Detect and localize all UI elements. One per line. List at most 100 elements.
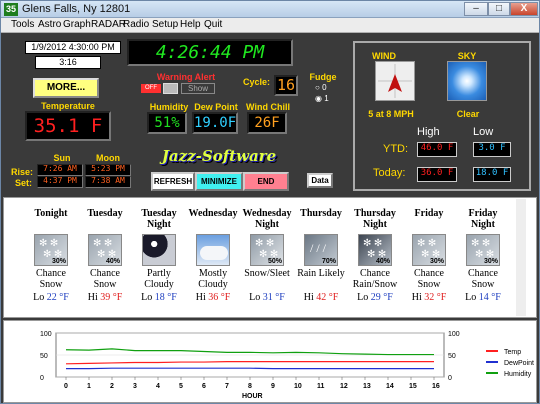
menu-quit[interactable]: Quit: [204, 19, 222, 30]
forecast-panel: Tonight ✻ ✻ ✻ ✻ 30% Chance Snow Lo 22 °F Tuesd…: [3, 197, 537, 318]
y-tick-label-right: 0: [448, 375, 452, 382]
hi-lo-label: Hi: [195, 292, 206, 303]
forecast-temp: Hi 32 °F: [402, 292, 456, 303]
x-tick-label: 12: [340, 383, 348, 390]
menu-graph[interactable]: Graph: [63, 19, 91, 30]
forecast-day: Thursday Night ✻ ✻ ✻ ✻ 40% Chance Rain/Snow L…: [348, 208, 402, 303]
forecast-day-name: Wednesday Night: [242, 208, 292, 230]
date-display: 1/9/2012 4:30:00 PM: [25, 41, 121, 54]
forecast-day: Friday ✻ ✻ ✻ ✻ 30% Chance Snow Hi 32 °F: [402, 208, 456, 303]
hi-lo-label: Lo: [357, 292, 369, 303]
rise-label: Rise:: [11, 167, 34, 177]
refresh-button[interactable]: REFRESH: [151, 172, 195, 191]
history-chart: 100 10050 500 00 1 2 3 4 5 6 7 8 9 10 11 12 13 14 15 16HOUR…: [40, 331, 534, 400]
hi-lo-label: Lo: [465, 292, 477, 303]
forecast-temp-value: 18 °F: [154, 292, 177, 303]
dewpoint-label: Dew Point: [194, 102, 238, 112]
forecast-day-name: Friday Night: [468, 208, 498, 230]
forecast-day: Wednesday Mostly Cloudy Hi 36 °F: [186, 208, 240, 303]
x-tick-label: 4: [156, 383, 160, 390]
rain-icon: / / /70%: [304, 234, 338, 266]
maximize-window-button[interactable]: □: [488, 2, 510, 16]
cycle-value: 16: [274, 75, 298, 96]
moon-label: Moon: [96, 153, 120, 163]
y-tick-label-left: 50: [40, 353, 48, 360]
wind-label: WIND: [372, 51, 396, 61]
x-tick-label: 8: [248, 383, 252, 390]
menu-tools[interactable]: Tools: [11, 19, 34, 30]
forecast-condition: Partly Cloudy: [144, 268, 174, 290]
minimize-window-button[interactable]: –: [464, 2, 488, 16]
forecast-temp: Hi 39 °F: [78, 292, 132, 303]
minimize-button[interactable]: MINIMIZE: [195, 172, 243, 191]
forecast-day-name: Tuesday: [87, 208, 123, 219]
today-high-value: 36.0 F: [417, 167, 457, 182]
data-button[interactable]: Data: [307, 173, 333, 188]
forecast-condition: Chance Rain/Snow: [352, 268, 398, 290]
main-clock: 4:26:44 PM: [127, 39, 293, 66]
humidity-label: Humidity: [149, 102, 189, 112]
forecast-condition: Chance Snow: [90, 268, 120, 290]
x-tick-label: 14: [386, 383, 394, 390]
forecast-day-name: Tuesday Night: [141, 208, 177, 230]
forecast-scrollbar[interactable]: [516, 199, 526, 316]
forecast-day: Tuesday ✻ ✻ ✻ ✻ 40% Chance Snow Hi 39 °F: [78, 208, 132, 303]
radio-unselected-icon: ○: [315, 83, 320, 92]
forecast-condition: Snow/Sleet: [244, 268, 290, 279]
x-tick-label: 15: [409, 383, 417, 390]
forecast-temp-value: 36 °F: [208, 292, 231, 303]
forecast-day-name: Thursday: [300, 208, 342, 219]
ytd-low-value: 3.0 F: [473, 142, 511, 157]
legend-label: DewPoint: [504, 360, 534, 367]
forecast-day: Friday Night ✻ ✻ ✻ ✻ 30% Chance Snow Lo 14 °F: [456, 208, 510, 303]
precip-chance: 40%: [375, 258, 390, 265]
forecast-day: Thursday / / /70% Rain Likely Hi 42 °F: [294, 208, 348, 303]
menu-help[interactable]: Help: [180, 19, 201, 30]
forecast-temp-value: 32 °F: [424, 292, 447, 303]
moonrise-value: 5:23 PM: [85, 164, 131, 176]
forecast-temp: Lo 22 °F: [24, 292, 78, 303]
dewpoint-value: 19.0F: [192, 112, 238, 134]
menu-bar: Tools Astro Graph RADAR Radio Setup Help…: [1, 18, 539, 33]
forecast-temp: Hi 36 °F: [186, 292, 240, 303]
x-tick-label: 7: [225, 383, 229, 390]
forecast-condition: Mostly Cloudy: [198, 268, 228, 290]
wind-sky-panel: WIND SKY 5 at 8 MPH Clear High Low YTD: …: [353, 41, 531, 191]
menu-radar[interactable]: RADAR: [91, 19, 126, 30]
hi-lo-label: Lo: [33, 292, 45, 303]
x-tick-label: 6: [202, 383, 206, 390]
snow-sleet-icon: ✻ ✻ ✻ ✻ 50%: [250, 234, 284, 266]
humidity-value: 51%: [147, 112, 187, 134]
wind-speed-text: 5 at 8 MPH: [368, 109, 414, 119]
x-tick-label: 16: [432, 383, 440, 390]
menu-radio[interactable]: Radio: [123, 19, 149, 30]
window-title: Glens Falls, Ny 12801: [22, 3, 131, 15]
sky-condition-text: Clear: [456, 109, 480, 119]
warning-off-toggle[interactable]: OFF: [141, 84, 161, 93]
end-button[interactable]: END: [243, 172, 289, 191]
legend-label: Temp: [504, 349, 521, 356]
ytd-high-value: 46.0 F: [417, 142, 457, 157]
more-button[interactable]: MORE...: [33, 78, 99, 98]
today-low-value: 18.0 F: [473, 167, 511, 182]
y-tick-label-left: 100: [40, 331, 52, 338]
close-window-button[interactable]: X: [510, 2, 538, 16]
history-chart-panel: 100 100 50 50 0 0 0 1 2 3 4 5 6 7 8 9 10 11 12 13 14 15 16 HOUR…: [3, 320, 537, 403]
warning-show-button[interactable]: Show: [181, 83, 215, 94]
forecast-day: Tonight ✻ ✻ ✻ ✻ 30% Chance Snow Lo 22 °F: [24, 208, 78, 303]
set-label: Set:: [15, 178, 33, 188]
forecast-condition: Chance Snow: [468, 268, 498, 290]
title-bar: 35 Glens Falls, Ny 12801 – □ X: [1, 1, 539, 18]
forecast-condition: Chance Snow: [414, 268, 444, 290]
menu-setup[interactable]: Setup: [152, 19, 178, 30]
rain-snow-night-icon: ✻ ✻ ✻ ✻ 40%: [358, 234, 392, 266]
menu-astro[interactable]: Astro: [38, 19, 61, 30]
cycle-label: Cycle:: [243, 77, 271, 87]
fudge-option-0[interactable]: ○ 0: [315, 83, 327, 92]
snow-icon: ✻ ✻ ✻ ✻ 30%: [466, 234, 500, 266]
series-line-humidity: [65, 348, 434, 356]
forecast-condition: Rain Likely: [297, 268, 345, 279]
temperature-label: Temperature: [41, 101, 95, 111]
forecast-day-name: Tonight: [34, 208, 68, 219]
fudge-option-1[interactable]: ◉ 1: [315, 94, 329, 103]
